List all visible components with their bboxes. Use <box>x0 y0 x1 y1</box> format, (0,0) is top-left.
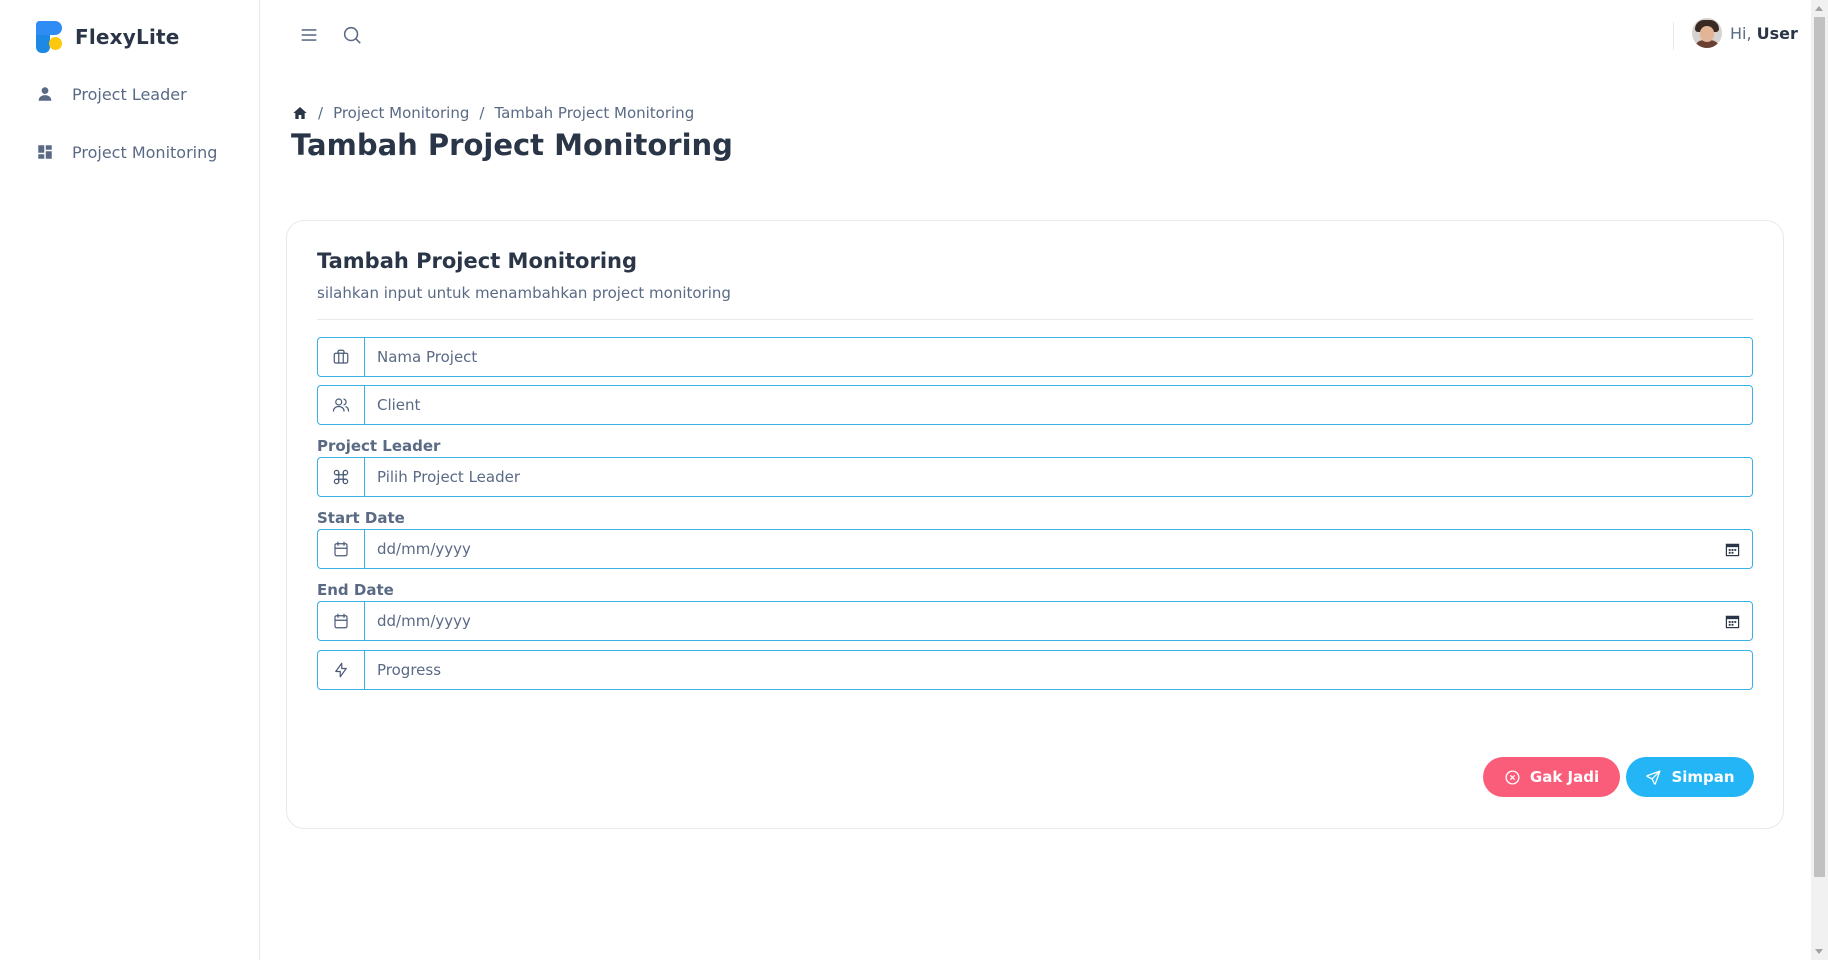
send-icon <box>1646 769 1661 785</box>
scrollbar[interactable] <box>1811 0 1828 960</box>
nama-project-input[interactable] <box>365 338 1752 376</box>
command-icon <box>333 469 349 485</box>
user-icon <box>38 87 52 101</box>
client-field <box>317 385 1753 425</box>
end-date-label: End Date <box>317 581 394 599</box>
bolt-icon <box>335 662 347 678</box>
start-date-label: Start Date <box>317 509 405 527</box>
username: User <box>1756 23 1798 43</box>
hamburger-menu-icon <box>301 29 317 41</box>
menu-toggle-button[interactable] <box>298 24 320 46</box>
progress-input[interactable] <box>365 651 1752 689</box>
home-icon[interactable] <box>292 105 308 121</box>
circle-x-icon <box>1505 769 1520 785</box>
brand-name: FlexyLite <box>75 25 180 49</box>
input-addon <box>318 651 365 689</box>
card-divider <box>317 319 1753 320</box>
input-addon <box>318 530 365 568</box>
project-leader-label: Project Leader <box>317 437 441 455</box>
breadcrumb: / Project Monitoring / Tambah Project Mo… <box>292 104 694 122</box>
avatar <box>1692 18 1722 48</box>
cancel-button[interactable]: Gak Jadi <box>1483 757 1620 797</box>
topbar: Hi, User <box>260 0 1811 72</box>
brand-logo-icon <box>36 21 62 53</box>
client-input[interactable] <box>365 386 1752 424</box>
page-title: Tambah Project Monitoring <box>291 128 733 162</box>
start-date-input[interactable] <box>365 530 1712 568</box>
brand[interactable]: FlexyLite <box>36 20 180 54</box>
sidebar-item-project-monitoring[interactable]: Project Monitoring <box>36 130 217 174</box>
breadcrumb-item-project-monitoring[interactable]: Project Monitoring <box>333 104 469 122</box>
save-button-label: Simpan <box>1671 768 1735 786</box>
greeting-text: Hi, <box>1730 23 1752 43</box>
scrollbar-thumb[interactable] <box>1814 17 1825 877</box>
calendar-icon <box>334 613 348 629</box>
start-date-picker-button[interactable] <box>1712 530 1752 568</box>
input-addon <box>318 602 365 640</box>
users-icon <box>332 398 350 412</box>
end-date-field <box>317 601 1753 641</box>
calendar-picker-icon <box>1725 615 1739 628</box>
card-subtitle: silahkan input untuk menambahkan project… <box>317 284 731 302</box>
sidebar-item-label: Project Leader <box>72 84 187 104</box>
input-addon <box>318 386 365 424</box>
save-button[interactable]: Simpan <box>1626 757 1754 797</box>
progress-field <box>317 650 1753 690</box>
calendar-icon <box>334 541 348 557</box>
project-leader-select[interactable] <box>365 458 1752 496</box>
sidebar-nav: Project Leader Project Monitoring <box>36 72 217 188</box>
breadcrumb-separator: / <box>318 104 324 122</box>
briefcase-icon <box>333 349 349 364</box>
user-menu[interactable]: Hi, User <box>1692 18 1798 48</box>
end-date-input[interactable] <box>365 602 1712 640</box>
input-addon <box>318 458 365 496</box>
card-title: Tambah Project Monitoring <box>317 249 638 273</box>
user-greeting: Hi, User <box>1730 24 1798 43</box>
input-addon <box>318 338 365 376</box>
dashboard-icon <box>38 145 52 159</box>
scroll-up-arrow-icon[interactable] <box>1815 6 1823 11</box>
topbar-divider <box>1673 22 1674 50</box>
breadcrumb-separator: / <box>479 104 485 122</box>
sidebar-item-project-leader[interactable]: Project Leader <box>36 72 217 116</box>
search-button[interactable] <box>341 24 363 46</box>
sidebar: FlexyLite Project Leader Project Monitor… <box>0 0 260 960</box>
breadcrumb-item-current: Tambah Project Monitoring <box>494 104 695 122</box>
end-date-picker-button[interactable] <box>1712 602 1752 640</box>
start-date-field <box>317 529 1753 569</box>
project-leader-field <box>317 457 1753 497</box>
scroll-down-arrow-icon[interactable] <box>1815 949 1823 954</box>
sidebar-item-label: Project Monitoring <box>72 142 218 162</box>
search-icon <box>343 26 361 44</box>
cancel-button-label: Gak Jadi <box>1529 768 1600 786</box>
form-card: Tambah Project Monitoring silahkan input… <box>286 220 1784 829</box>
calendar-picker-icon <box>1725 543 1739 556</box>
nama-project-field <box>317 337 1753 377</box>
